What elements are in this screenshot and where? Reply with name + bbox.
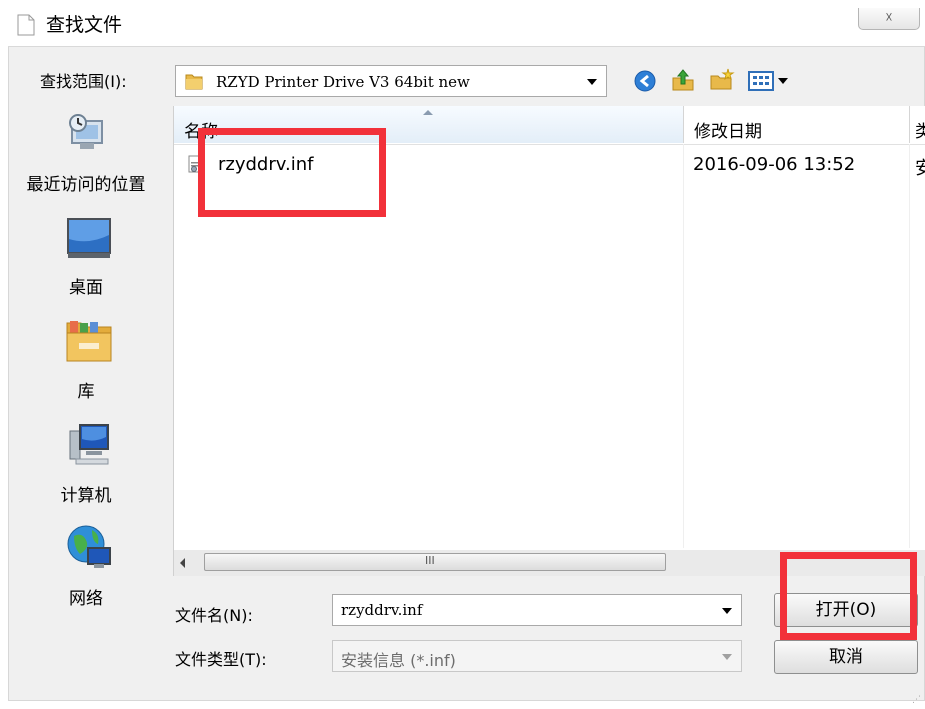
new-folder-icon[interactable]: [709, 68, 735, 92]
close-button[interactable]: ☓: [858, 8, 920, 30]
title-bar: 查找文件 ☓: [8, 8, 925, 47]
column-header-date[interactable]: 修改日期: [684, 106, 910, 143]
file-name: rzyddrv.inf: [218, 154, 314, 175]
network-icon: [67, 525, 111, 568]
filetype-dropdown[interactable]: 安装信息 (*.inf): [332, 640, 742, 672]
chevron-down-icon[interactable]: [587, 79, 597, 85]
lookin-value: RZYD Printer Drive V3 64bit new: [216, 73, 470, 91]
file-modified: 2016-09-06 13:52: [693, 154, 856, 175]
libraries-icon: [66, 321, 112, 362]
inf-file-icon: [188, 155, 204, 173]
places-label-desktop: 桌面: [69, 278, 103, 298]
scrollbar-thumb[interactable]: III: [204, 553, 666, 571]
recent-places-icon: [69, 114, 103, 149]
scroll-left-icon[interactable]: [180, 558, 185, 568]
column-divider: [909, 144, 910, 548]
chevron-down-icon[interactable]: [722, 654, 732, 660]
chevron-down-icon[interactable]: [722, 608, 732, 614]
view-menu-icon[interactable]: [748, 70, 792, 92]
resize-grip-icon[interactable]: ⋰: [912, 695, 921, 705]
back-icon[interactable]: [634, 70, 656, 92]
column-date-label: 修改日期: [694, 122, 762, 142]
places-item-libraries[interactable]: 库: [8, 314, 164, 404]
places-item-recent[interactable]: 最近访问的位置: [8, 107, 164, 197]
places-label-libraries: 库: [77, 382, 95, 402]
computer-icon: [69, 424, 109, 465]
file-list[interactable]: 名称 修改日期 类 rzyddrv.inf 2016-09-06 13:52 安…: [173, 106, 925, 576]
up-folder-icon[interactable]: [671, 68, 695, 92]
column-name-label: 名称: [184, 122, 218, 142]
column-header-name[interactable]: 名称: [174, 106, 684, 143]
places-item-desktop[interactable]: 桌面: [8, 210, 164, 300]
filename-input[interactable]: rzyddrv.inf: [332, 594, 742, 626]
places-item-network[interactable]: 网络: [8, 521, 164, 611]
folder-icon: [185, 74, 203, 90]
filename-value: rzyddrv.inf: [341, 601, 423, 619]
cancel-button[interactable]: 取消: [774, 640, 918, 674]
places-bar: 最近访问的位置 桌面 库 计算机 网络: [8, 107, 164, 627]
places-item-computer[interactable]: 计算机: [8, 418, 164, 508]
places-label-network: 网络: [69, 589, 103, 609]
lookin-dropdown[interactable]: RZYD Printer Drive V3 64bit new: [175, 65, 607, 97]
file-row[interactable]: rzyddrv.inf 2016-09-06 13:52 安: [174, 151, 925, 179]
column-type-label[interactable]: 类: [915, 117, 925, 142]
filetype-value: 安装信息 (*.inf): [341, 651, 456, 670]
column-header: 名称 修改日期 类: [174, 106, 925, 145]
places-label-computer: 计算机: [60, 486, 112, 506]
document-icon: [17, 14, 35, 36]
window-title: 查找文件: [46, 14, 123, 36]
horizontal-scrollbar[interactable]: III: [174, 550, 925, 576]
file-type: 安: [915, 158, 925, 179]
column-divider: [683, 144, 684, 548]
sort-up-icon: [423, 110, 433, 115]
open-button[interactable]: 打开(O): [774, 593, 918, 627]
filename-label: 文件名(N):: [175, 606, 253, 625]
places-label-recent: 最近访问的位置: [26, 175, 146, 195]
desktop-icon: [67, 218, 111, 258]
lookin-label: 查找范围(I):: [40, 72, 127, 91]
filetype-label: 文件类型(T):: [175, 650, 267, 669]
scrollbar-grip: III: [425, 554, 435, 567]
